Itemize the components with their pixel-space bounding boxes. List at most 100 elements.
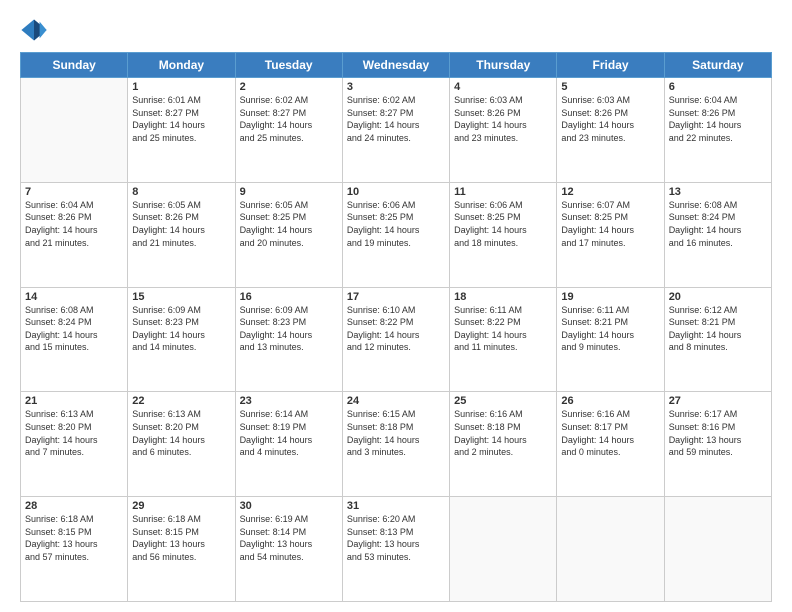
day-info: Sunrise: 6:12 AMSunset: 8:21 PMDaylight:… — [669, 304, 767, 354]
day-info: Sunrise: 6:02 AMSunset: 8:27 PMDaylight:… — [347, 94, 445, 144]
day-number: 18 — [454, 291, 552, 303]
calendar-week-row: 1Sunrise: 6:01 AMSunset: 8:27 PMDaylight… — [21, 78, 772, 183]
day-info: Sunrise: 6:08 AMSunset: 8:24 PMDaylight:… — [25, 304, 123, 354]
calendar-cell: 6Sunrise: 6:04 AMSunset: 8:26 PMDaylight… — [664, 78, 771, 183]
day-number: 7 — [25, 186, 123, 198]
day-number: 21 — [25, 395, 123, 407]
day-number: 30 — [240, 500, 338, 512]
calendar-cell — [21, 78, 128, 183]
calendar-cell: 11Sunrise: 6:06 AMSunset: 8:25 PMDayligh… — [450, 182, 557, 287]
day-info: Sunrise: 6:04 AMSunset: 8:26 PMDaylight:… — [669, 94, 767, 144]
calendar-header-row: SundayMondayTuesdayWednesdayThursdayFrid… — [21, 53, 772, 78]
day-info: Sunrise: 6:05 AMSunset: 8:26 PMDaylight:… — [132, 199, 230, 249]
day-info: Sunrise: 6:13 AMSunset: 8:20 PMDaylight:… — [25, 408, 123, 458]
day-info: Sunrise: 6:05 AMSunset: 8:25 PMDaylight:… — [240, 199, 338, 249]
day-number: 19 — [561, 291, 659, 303]
logo — [20, 16, 52, 44]
day-info: Sunrise: 6:03 AMSunset: 8:26 PMDaylight:… — [561, 94, 659, 144]
day-number: 17 — [347, 291, 445, 303]
day-number: 14 — [25, 291, 123, 303]
day-info: Sunrise: 6:14 AMSunset: 8:19 PMDaylight:… — [240, 408, 338, 458]
calendar-cell: 22Sunrise: 6:13 AMSunset: 8:20 PMDayligh… — [128, 392, 235, 497]
day-number: 5 — [561, 81, 659, 93]
calendar-header-friday: Friday — [557, 53, 664, 78]
calendar-header-sunday: Sunday — [21, 53, 128, 78]
day-info: Sunrise: 6:13 AMSunset: 8:20 PMDaylight:… — [132, 408, 230, 458]
calendar-cell: 24Sunrise: 6:15 AMSunset: 8:18 PMDayligh… — [342, 392, 449, 497]
calendar-week-row: 14Sunrise: 6:08 AMSunset: 8:24 PMDayligh… — [21, 287, 772, 392]
day-number: 25 — [454, 395, 552, 407]
calendar-cell: 12Sunrise: 6:07 AMSunset: 8:25 PMDayligh… — [557, 182, 664, 287]
day-info: Sunrise: 6:10 AMSunset: 8:22 PMDaylight:… — [347, 304, 445, 354]
day-info: Sunrise: 6:03 AMSunset: 8:26 PMDaylight:… — [454, 94, 552, 144]
day-info: Sunrise: 6:06 AMSunset: 8:25 PMDaylight:… — [347, 199, 445, 249]
calendar-cell: 23Sunrise: 6:14 AMSunset: 8:19 PMDayligh… — [235, 392, 342, 497]
calendar-cell: 25Sunrise: 6:16 AMSunset: 8:18 PMDayligh… — [450, 392, 557, 497]
day-number: 3 — [347, 81, 445, 93]
day-number: 24 — [347, 395, 445, 407]
calendar-cell: 14Sunrise: 6:08 AMSunset: 8:24 PMDayligh… — [21, 287, 128, 392]
day-info: Sunrise: 6:18 AMSunset: 8:15 PMDaylight:… — [132, 513, 230, 563]
calendar-week-row: 21Sunrise: 6:13 AMSunset: 8:20 PMDayligh… — [21, 392, 772, 497]
day-number: 22 — [132, 395, 230, 407]
logo-icon — [20, 16, 48, 44]
day-info: Sunrise: 6:18 AMSunset: 8:15 PMDaylight:… — [25, 513, 123, 563]
day-number: 28 — [25, 500, 123, 512]
day-info: Sunrise: 6:04 AMSunset: 8:26 PMDaylight:… — [25, 199, 123, 249]
calendar-cell: 31Sunrise: 6:20 AMSunset: 8:13 PMDayligh… — [342, 497, 449, 602]
calendar-cell: 27Sunrise: 6:17 AMSunset: 8:16 PMDayligh… — [664, 392, 771, 497]
day-info: Sunrise: 6:08 AMSunset: 8:24 PMDaylight:… — [669, 199, 767, 249]
calendar-cell: 7Sunrise: 6:04 AMSunset: 8:26 PMDaylight… — [21, 182, 128, 287]
calendar-week-row: 7Sunrise: 6:04 AMSunset: 8:26 PMDaylight… — [21, 182, 772, 287]
day-info: Sunrise: 6:06 AMSunset: 8:25 PMDaylight:… — [454, 199, 552, 249]
day-number: 15 — [132, 291, 230, 303]
day-number: 16 — [240, 291, 338, 303]
day-info: Sunrise: 6:15 AMSunset: 8:18 PMDaylight:… — [347, 408, 445, 458]
calendar-cell — [450, 497, 557, 602]
day-info: Sunrise: 6:09 AMSunset: 8:23 PMDaylight:… — [240, 304, 338, 354]
day-info: Sunrise: 6:16 AMSunset: 8:17 PMDaylight:… — [561, 408, 659, 458]
day-info: Sunrise: 6:09 AMSunset: 8:23 PMDaylight:… — [132, 304, 230, 354]
calendar-cell: 29Sunrise: 6:18 AMSunset: 8:15 PMDayligh… — [128, 497, 235, 602]
calendar-cell: 18Sunrise: 6:11 AMSunset: 8:22 PMDayligh… — [450, 287, 557, 392]
calendar-cell: 20Sunrise: 6:12 AMSunset: 8:21 PMDayligh… — [664, 287, 771, 392]
calendar-cell: 10Sunrise: 6:06 AMSunset: 8:25 PMDayligh… — [342, 182, 449, 287]
calendar-header-wednesday: Wednesday — [342, 53, 449, 78]
calendar-cell: 26Sunrise: 6:16 AMSunset: 8:17 PMDayligh… — [557, 392, 664, 497]
day-info: Sunrise: 6:17 AMSunset: 8:16 PMDaylight:… — [669, 408, 767, 458]
day-info: Sunrise: 6:07 AMSunset: 8:25 PMDaylight:… — [561, 199, 659, 249]
calendar-cell: 2Sunrise: 6:02 AMSunset: 8:27 PMDaylight… — [235, 78, 342, 183]
day-info: Sunrise: 6:11 AMSunset: 8:22 PMDaylight:… — [454, 304, 552, 354]
day-number: 23 — [240, 395, 338, 407]
day-number: 6 — [669, 81, 767, 93]
day-number: 20 — [669, 291, 767, 303]
day-number: 10 — [347, 186, 445, 198]
calendar-header-thursday: Thursday — [450, 53, 557, 78]
header — [20, 16, 772, 44]
day-number: 2 — [240, 81, 338, 93]
day-info: Sunrise: 6:11 AMSunset: 8:21 PMDaylight:… — [561, 304, 659, 354]
calendar-header-saturday: Saturday — [664, 53, 771, 78]
calendar-cell: 5Sunrise: 6:03 AMSunset: 8:26 PMDaylight… — [557, 78, 664, 183]
day-number: 11 — [454, 186, 552, 198]
calendar-cell: 28Sunrise: 6:18 AMSunset: 8:15 PMDayligh… — [21, 497, 128, 602]
calendar: SundayMondayTuesdayWednesdayThursdayFrid… — [20, 52, 772, 602]
calendar-cell: 4Sunrise: 6:03 AMSunset: 8:26 PMDaylight… — [450, 78, 557, 183]
day-number: 27 — [669, 395, 767, 407]
calendar-week-row: 28Sunrise: 6:18 AMSunset: 8:15 PMDayligh… — [21, 497, 772, 602]
calendar-cell: 15Sunrise: 6:09 AMSunset: 8:23 PMDayligh… — [128, 287, 235, 392]
calendar-cell: 19Sunrise: 6:11 AMSunset: 8:21 PMDayligh… — [557, 287, 664, 392]
calendar-cell — [664, 497, 771, 602]
calendar-cell: 17Sunrise: 6:10 AMSunset: 8:22 PMDayligh… — [342, 287, 449, 392]
page: SundayMondayTuesdayWednesdayThursdayFrid… — [0, 0, 792, 612]
day-number: 31 — [347, 500, 445, 512]
calendar-cell: 13Sunrise: 6:08 AMSunset: 8:24 PMDayligh… — [664, 182, 771, 287]
day-number: 9 — [240, 186, 338, 198]
calendar-cell: 21Sunrise: 6:13 AMSunset: 8:20 PMDayligh… — [21, 392, 128, 497]
calendar-header-tuesday: Tuesday — [235, 53, 342, 78]
calendar-cell: 9Sunrise: 6:05 AMSunset: 8:25 PMDaylight… — [235, 182, 342, 287]
calendar-cell: 30Sunrise: 6:19 AMSunset: 8:14 PMDayligh… — [235, 497, 342, 602]
day-number: 4 — [454, 81, 552, 93]
day-number: 29 — [132, 500, 230, 512]
day-number: 26 — [561, 395, 659, 407]
